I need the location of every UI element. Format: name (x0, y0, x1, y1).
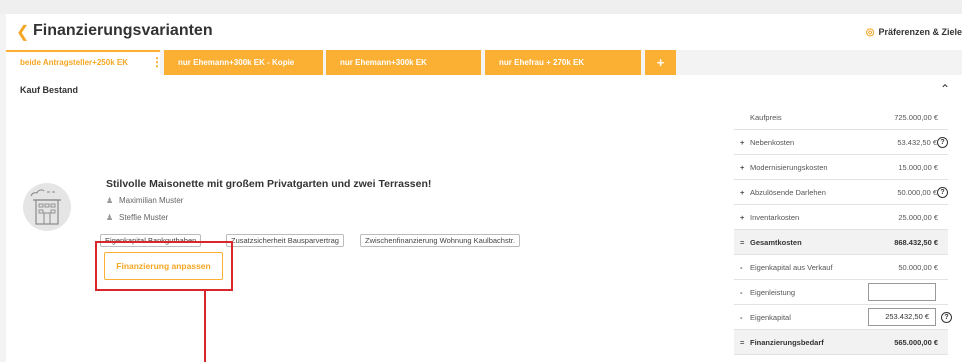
listing-title: Stilvolle Maisonette mit großem Privatga… (106, 178, 432, 190)
building-icon (23, 183, 71, 231)
chevron-left-icon[interactable]: ❮ (16, 22, 29, 42)
summary-sign: = (740, 338, 745, 347)
summary-value: 50.000,00 € (897, 188, 937, 197)
summary-value: 25.000,00 € (898, 213, 938, 222)
applicant-name: Steffie Muster (119, 213, 169, 222)
tab-nur-ehefrau[interactable]: nur Ehefrau + 270k EK (485, 50, 641, 75)
target-icon: ◎ (865, 27, 875, 38)
summary-label: Finanzierungsbedarf (750, 338, 824, 347)
tab-nur-ehemann-kopie[interactable]: nur Ehemann+300k EK - Kopie (164, 50, 323, 75)
summary-row-kaufpreis: Kaufpreis 725.000,00 € (734, 105, 948, 130)
summary-label: Eigenleistung (750, 288, 796, 297)
summary-label: Gesamtkosten (750, 238, 802, 247)
tab-label: nur Ehemann+300k EK - Kopie (178, 58, 295, 67)
summary-row-gesamtkosten: = Gesamtkosten 868.432,50 € (734, 230, 948, 255)
summary-sign: - (740, 288, 743, 297)
add-tab-button[interactable]: + (645, 50, 676, 75)
summary-sign: - (740, 263, 743, 272)
more-options-icon[interactable]: ⋮ (151, 52, 163, 73)
summary-row-eigenkapital: - Eigenkapital 253.432,50 € ? (734, 305, 952, 330)
person-icon: ♟ (106, 196, 114, 205)
page: ❮ Finanzierungsvarianten ◎ Präferenzen & … (0, 0, 962, 362)
tab-nur-ehemann[interactable]: nur Ehemann+300k EK (326, 50, 481, 75)
summary-label: Modernisierungskosten (750, 163, 828, 172)
applicant-name: Maximilian Muster (119, 196, 184, 205)
tab-label: nur Ehefrau + 270k EK (499, 58, 585, 67)
summary-label: Eigenkapital (750, 313, 791, 322)
preferences-label: Präferenzen & Ziele (878, 27, 962, 37)
cost-summary: Kaufpreis 725.000,00 € + Nebenkosten 53.… (734, 105, 952, 355)
summary-row-finanzierungsbedarf: = Finanzierungsbedarf 565.000,00 € (734, 330, 948, 355)
summary-label: Nebenkosten (750, 138, 795, 147)
applicant: ♟ Maximilian Muster (106, 196, 183, 205)
help-icon[interactable]: ? (941, 312, 952, 323)
summary-sign: = (740, 238, 745, 247)
summary-value: 50.000,00 € (898, 263, 938, 272)
chevron-up-icon[interactable]: ⌃ (940, 82, 950, 96)
header: ❮ Finanzierungsvarianten ◎ Präferenzen & … (6, 14, 962, 50)
summary-value: 53.432,50 € (897, 138, 937, 147)
summary-row-modernisierung: + Modernisierungskosten 15.000,00 € (734, 155, 948, 180)
tag-zwischenfinanzierung[interactable]: Zwischenfinanzierung Wohnung Kaulbachstr… (360, 234, 520, 247)
top-strip (0, 0, 962, 14)
eigenleistung-input[interactable] (868, 283, 936, 301)
summary-row-nebenkosten: + Nebenkosten 53.432,50 € ? (734, 130, 948, 155)
page-title: Finanzierungsvarianten (33, 22, 213, 39)
summary-sign: + (740, 163, 745, 172)
person-icon: ♟ (106, 213, 114, 222)
summary-row-darlehen: + Abzulösende Darlehen 50.000,00 € ? (734, 180, 948, 205)
summary-label: Inventarkosten (750, 213, 800, 222)
highlight-arrow-line (204, 291, 206, 362)
section-title: Kauf Bestand (20, 85, 79, 95)
help-icon[interactable]: ? (937, 187, 948, 198)
summary-label: Kaufpreis (750, 113, 782, 122)
preferences-link[interactable]: ◎ Präferenzen & Ziele (866, 27, 962, 38)
summary-value: 565.000,00 € (894, 338, 938, 347)
eigenkapital-input[interactable]: 253.432,50 € (868, 308, 936, 326)
summary-value: 15.000,00 € (898, 163, 938, 172)
tag-bausparvertrag[interactable]: Zusatzsicherheit Bausparvertrag (226, 234, 344, 247)
summary-label: Eigenkapital aus Verkauf (750, 263, 833, 272)
tab-beide-antragsteller[interactable]: beide Antragsteller+250k EK ⋮ (6, 50, 163, 75)
summary-label: Abzulösende Darlehen (750, 188, 826, 197)
summary-row-ek-verkauf: - Eigenkapital aus Verkauf 50.000,00 € (734, 255, 948, 280)
summary-value: 725.000,00 € (894, 113, 938, 122)
tab-label: beide Antragsteller+250k EK (20, 58, 128, 67)
main-content: Kauf Bestand ⌃ Stilvolle Maisonette mit … (6, 75, 962, 362)
summary-sign: + (740, 188, 745, 197)
summary-sign: + (740, 213, 745, 222)
summary-sign: + (740, 138, 745, 147)
tab-label: nur Ehemann+300k EK (340, 58, 427, 67)
help-icon[interactable]: ? (937, 137, 948, 148)
summary-sign: - (740, 313, 743, 322)
summary-row-inventar: + Inventarkosten 25.000,00 € (734, 205, 948, 230)
summary-row-eigenleistung: - Eigenleistung (734, 280, 948, 305)
applicant: ♟ Steffie Muster (106, 213, 168, 222)
highlight-box (95, 241, 233, 291)
summary-value: 868.432,50 € (894, 238, 938, 247)
